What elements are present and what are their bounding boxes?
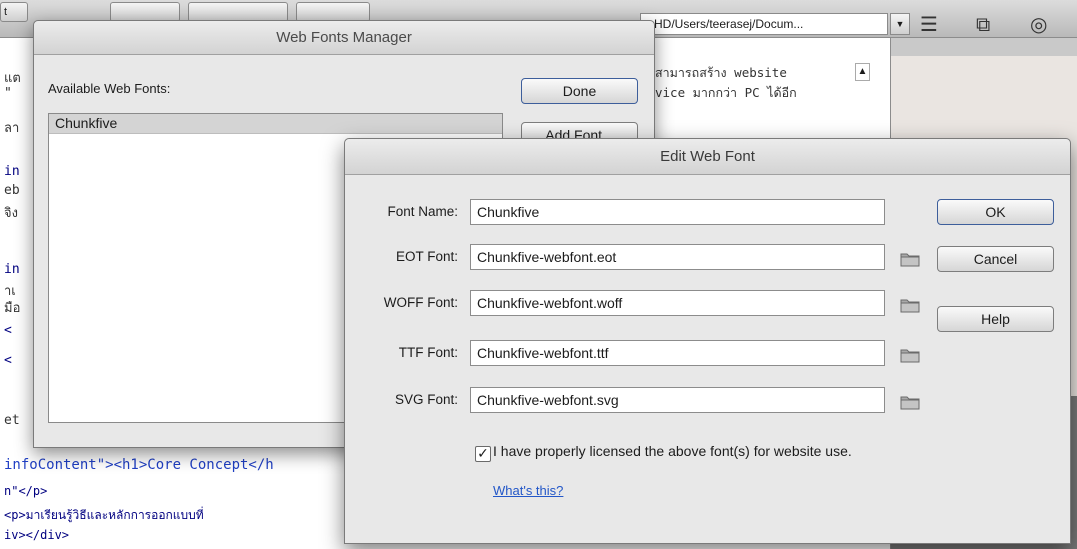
help-button[interactable]: Help [937, 306, 1054, 332]
done-button[interactable]: Done [521, 78, 638, 104]
code-line: et [4, 413, 20, 428]
ttf-font-field[interactable]: Chunkfive-webfont.ttf [470, 340, 885, 366]
font-name-label: Font Name: [387, 204, 458, 219]
code-line: มือ [4, 301, 21, 316]
file-path-field[interactable]: n HD/Users/teerasej/Docum... [640, 13, 888, 35]
woff-font-field[interactable]: Chunkfive-webfont.woff [470, 290, 885, 316]
list-view-icon[interactable]: ☰ [920, 12, 938, 36]
toolbar-button[interactable] [188, 2, 288, 22]
code-line: แต [4, 71, 21, 86]
license-checkbox[interactable]: ✓ [475, 446, 491, 462]
dialog-title: Web Fonts Manager [34, 21, 654, 55]
code-line: " [4, 86, 12, 101]
code-line: < [4, 323, 12, 338]
tab-fragment[interactable]: t [0, 2, 28, 22]
code-line: n"</p> [4, 484, 48, 498]
woff-font-label: WOFF Font: [383, 295, 458, 310]
code-line: < [4, 353, 12, 368]
code-line: <p>มาเรียนรู้วิธีและหลักการออกแบบที่ [4, 508, 204, 522]
license-label: I have properly licensed the above font(… [493, 443, 852, 459]
toolbar-button[interactable] [110, 2, 180, 22]
eot-font-label: EOT Font: [395, 249, 458, 264]
folder-icon[interactable] [900, 394, 920, 410]
scroll-up-arrow[interactable]: ▲ [855, 63, 870, 81]
code-line: vice มากกว่า PC ได้อีก [655, 85, 797, 100]
code-line: สามารถสร้าง website [655, 65, 787, 80]
svg-font-label: SVG Font: [394, 392, 458, 407]
code-line: eb [4, 183, 20, 198]
list-item[interactable]: Chunkfive [49, 114, 502, 134]
ok-button[interactable]: OK [937, 199, 1054, 225]
edit-web-font-dialog: Edit Web Font Font Name: Chunkfive EOT F… [344, 138, 1071, 544]
eot-font-field[interactable]: Chunkfive-webfont.eot [470, 244, 885, 270]
code-line: จิง [4, 206, 18, 221]
toolbar-button[interactable] [296, 2, 370, 22]
code-line: infoContent"><h1>Core Concept</h [4, 457, 274, 473]
code-line: iv></div> [4, 528, 70, 542]
folder-icon[interactable] [900, 347, 920, 363]
code-line: ลา [4, 121, 20, 136]
code-line: in [4, 164, 20, 179]
file-management-icon[interactable]: ⧉ [976, 12, 990, 36]
svg-font-field[interactable]: Chunkfive-webfont.svg [470, 387, 885, 413]
folder-icon[interactable] [900, 297, 920, 313]
available-fonts-label: Available Web Fonts: [48, 81, 171, 96]
dialog-title: Edit Web Font [345, 139, 1070, 175]
font-name-field[interactable]: Chunkfive [470, 199, 885, 225]
globe-preview-icon[interactable]: ◎ [1030, 12, 1047, 36]
path-dropdown-button[interactable]: ▼ [890, 13, 910, 35]
code-line: in [4, 262, 20, 277]
cancel-button[interactable]: Cancel [937, 246, 1054, 272]
folder-icon[interactable] [900, 251, 920, 267]
whats-this-link[interactable]: What's this? [493, 483, 563, 498]
ttf-font-label: TTF Font: [398, 345, 458, 360]
